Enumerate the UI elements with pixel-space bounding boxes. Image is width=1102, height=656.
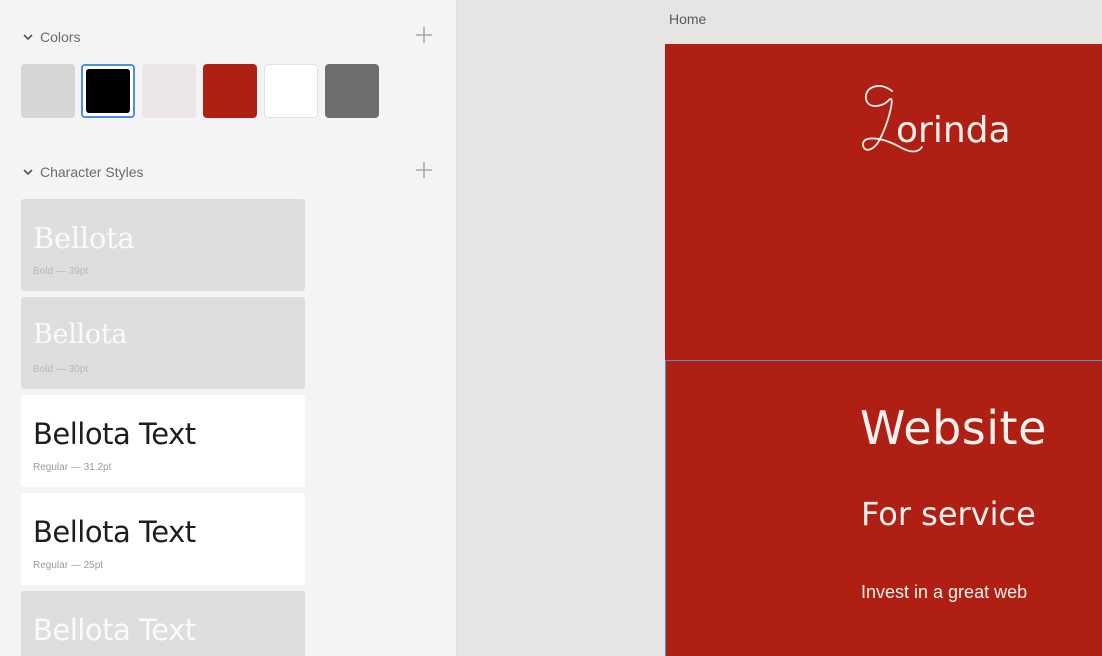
lorinda-logo[interactable]: orinda (860, 77, 1060, 167)
color-swatch-red[interactable] (203, 64, 257, 118)
hero-body-text[interactable]: Invest in a great web (861, 582, 1027, 603)
add-character-style-plus-icon[interactable] (414, 160, 434, 180)
colors-section-title: Colors (40, 29, 81, 45)
character-style-font: Bellota (33, 221, 135, 255)
color-swatch-white[interactable] (264, 64, 318, 118)
character-style-font: Bellota (33, 319, 128, 350)
character-style-meta: Regular — 25pt (33, 560, 104, 571)
character-styles-section-title: Character Styles (40, 164, 144, 180)
character-style-font: Bellota Text (33, 613, 196, 647)
colors-section-header[interactable]: Colors (20, 27, 440, 47)
character-style-card[interactable]: Bellota Text (21, 591, 305, 656)
character-style-card[interactable]: Bellota Bold — 39pt (21, 199, 305, 291)
assets-panel: Colors Character Styles Bellota Bold — 3… (0, 0, 457, 656)
character-style-meta: Bold — 30pt (33, 364, 89, 375)
character-style-card[interactable]: Bellota Text Regular — 25pt (21, 493, 305, 585)
artboard-label[interactable]: Home (669, 11, 706, 27)
character-style-meta: Regular — 31.2pt (33, 462, 112, 473)
color-swatch-dark-gray[interactable] (325, 64, 379, 118)
color-swatch-blush[interactable] (142, 64, 196, 118)
brand-wordmark: orinda (896, 110, 1011, 151)
character-style-font: Bellota Text (33, 417, 196, 451)
selection-outline-top (665, 360, 1102, 361)
add-color-plus-icon[interactable] (414, 25, 434, 45)
character-style-card[interactable]: Bellota Bold — 30pt (21, 297, 305, 389)
character-style-card[interactable]: Bellota Text Regular — 31.2pt (21, 395, 305, 487)
hero-title[interactable]: Website (860, 401, 1047, 455)
color-swatch-black[interactable] (81, 64, 135, 118)
chevron-down-icon[interactable] (20, 164, 36, 180)
chevron-down-icon[interactable] (20, 29, 36, 45)
character-style-meta: Bold — 39pt (33, 266, 89, 277)
character-style-font: Bellota Text (33, 515, 196, 549)
artboard-home[interactable]: orinda Website For service Invest in a g… (665, 44, 1102, 656)
color-swatch-light-gray[interactable] (21, 64, 75, 118)
character-styles-section-header[interactable]: Character Styles (20, 162, 440, 182)
hero-subtitle[interactable]: For service (861, 495, 1036, 533)
selection-outline-left (665, 360, 666, 656)
